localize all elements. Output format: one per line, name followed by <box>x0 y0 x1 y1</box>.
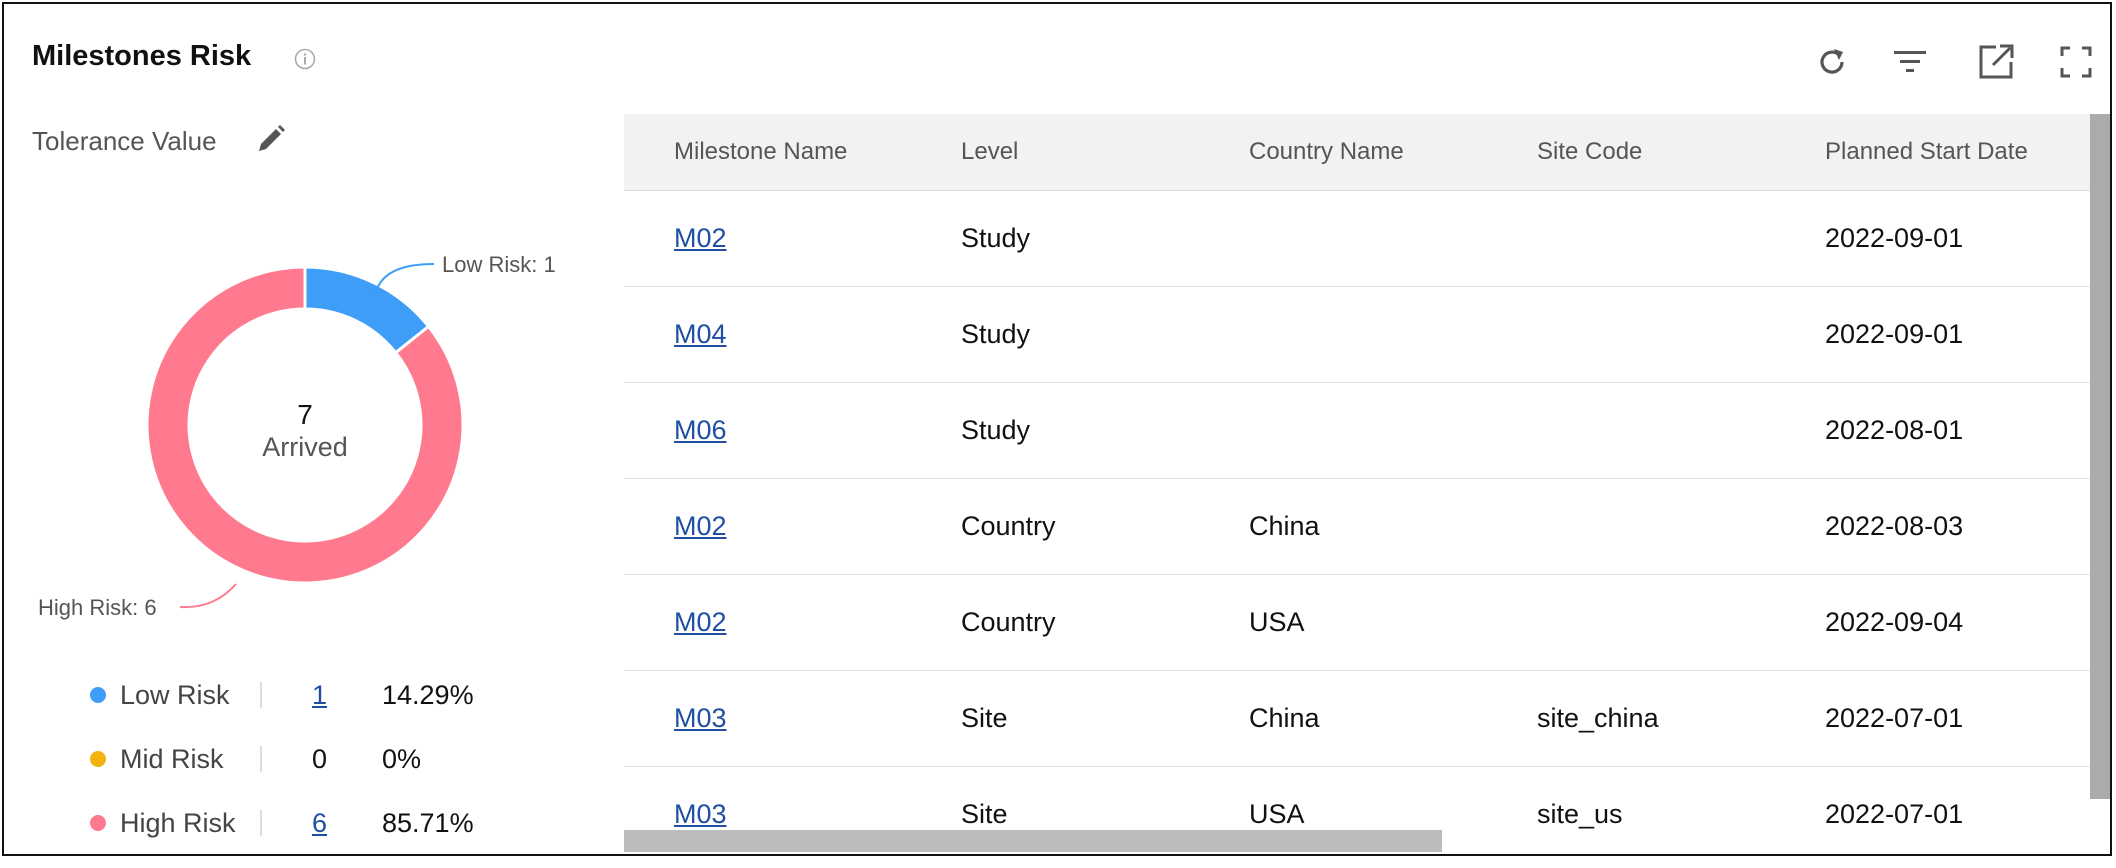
start-date-cell: 2022-09-01 <box>1825 223 1964 253</box>
milestones-risk-widget: Milestones Risk Tolerance Value Low Risk… <box>2 2 2112 856</box>
donut-center-label: Arrived <box>262 432 348 462</box>
country-cell: China <box>1249 511 1320 541</box>
high-risk-dot-icon <box>90 815 106 831</box>
legend-label: High Risk <box>120 807 236 838</box>
legend-row-high-risk: High Risk 6 85.71% <box>90 806 474 840</box>
filter-icon[interactable] <box>1890 42 1930 82</box>
site-code-cell: site_us <box>1537 799 1623 829</box>
milestone-name-link[interactable]: M04 <box>674 319 727 350</box>
info-icon[interactable] <box>294 48 316 70</box>
legend-divider <box>260 682 262 708</box>
open-external-icon[interactable] <box>1976 42 2016 82</box>
table-row: M02 Country China 2022-08-03 <box>624 479 2092 575</box>
level-cell: Study <box>961 319 1031 349</box>
high-risk-callout: High Risk: 6 <box>38 595 157 620</box>
legend-percent: 85.71% <box>382 807 474 838</box>
edit-pencil-icon[interactable] <box>254 122 288 156</box>
start-date-cell: 2022-09-04 <box>1825 607 1964 637</box>
low-risk-dot-icon <box>90 687 106 703</box>
legend-percent: 0% <box>382 743 422 774</box>
column-header-site-code[interactable]: Site Code <box>1537 138 1642 166</box>
milestone-name-link[interactable]: M02 <box>674 607 727 638</box>
table-row: M02 Study 2022-09-01 <box>624 191 2092 287</box>
milestones-table: Milestone Name Level Country Name Site C… <box>624 114 2092 854</box>
legend-count: 0 <box>312 743 328 774</box>
table-row: M04 Study 2022-09-01 <box>624 287 2092 383</box>
legend-row-low-risk: Low Risk 1 14.29% <box>90 678 474 712</box>
table-row: M02 Country USA 2022-09-04 <box>624 575 2092 671</box>
start-date-cell: 2022-08-03 <box>1825 511 1964 541</box>
legend-label: Mid Risk <box>120 743 224 774</box>
milestone-name-link[interactable]: M03 <box>674 799 727 830</box>
column-header-milestone-name[interactable]: Milestone Name <box>674 138 847 166</box>
refresh-icon[interactable] <box>1812 42 1852 82</box>
high-risk-callout-line <box>179 583 237 609</box>
mid-risk-dot-icon <box>90 751 106 767</box>
start-date-cell: 2022-09-01 <box>1825 319 1964 349</box>
site-code-cell: site_china <box>1537 703 1659 733</box>
start-date-cell: 2022-07-01 <box>1825 799 1964 829</box>
column-header-country-name[interactable]: Country Name <box>1249 138 1404 166</box>
table-vertical-scrollbar[interactable] <box>2090 114 2110 799</box>
widget-title: Milestones Risk <box>32 40 252 72</box>
start-date-cell: 2022-07-01 <box>1825 703 1964 733</box>
level-cell: Study <box>961 223 1031 253</box>
fullscreen-icon[interactable] <box>2056 42 2096 82</box>
legend-count-link[interactable]: 1 <box>312 680 382 711</box>
risk-donut-chart: Low Risk: 1 High Risk: 6 7 Arrived <box>38 252 556 620</box>
low-risk-callout: Low Risk: 1 <box>442 252 556 277</box>
legend-row-mid-risk: Mid Risk 0 0% <box>90 742 421 776</box>
milestone-name-link[interactable]: M02 <box>674 511 727 542</box>
table-row: M03 Site China site_china 2022-07-01 <box>624 671 2092 767</box>
table-row: M06 Study 2022-08-01 <box>624 383 2092 479</box>
milestone-name-link[interactable]: M06 <box>674 415 727 446</box>
donut-center-value: 7 <box>297 399 313 430</box>
milestone-name-link[interactable]: M02 <box>674 223 727 254</box>
country-cell: USA <box>1249 799 1305 829</box>
level-cell: Country <box>961 607 1056 637</box>
table-header: Milestone Name Level Country Name Site C… <box>624 114 2092 191</box>
country-cell: China <box>1249 703 1320 733</box>
legend-divider <box>260 810 262 836</box>
legend-label: Low Risk <box>120 679 230 710</box>
milestone-name-link[interactable]: M03 <box>674 703 727 734</box>
legend-percent: 14.29% <box>382 679 474 710</box>
column-header-planned-start-date[interactable]: Planned Start Date <box>1825 138 2028 166</box>
legend-count-link[interactable]: 6 <box>312 808 382 839</box>
legend-divider <box>260 746 262 772</box>
country-cell: USA <box>1249 607 1305 637</box>
level-cell: Site <box>961 799 1008 829</box>
column-header-level[interactable]: Level <box>961 138 1018 166</box>
level-cell: Site <box>961 703 1008 733</box>
table-horizontal-scrollbar[interactable] <box>624 830 1442 852</box>
level-cell: Study <box>961 415 1031 445</box>
level-cell: Country <box>961 511 1056 541</box>
tolerance-value-label: Tolerance Value <box>32 126 217 156</box>
start-date-cell: 2022-08-01 <box>1825 415 1964 445</box>
